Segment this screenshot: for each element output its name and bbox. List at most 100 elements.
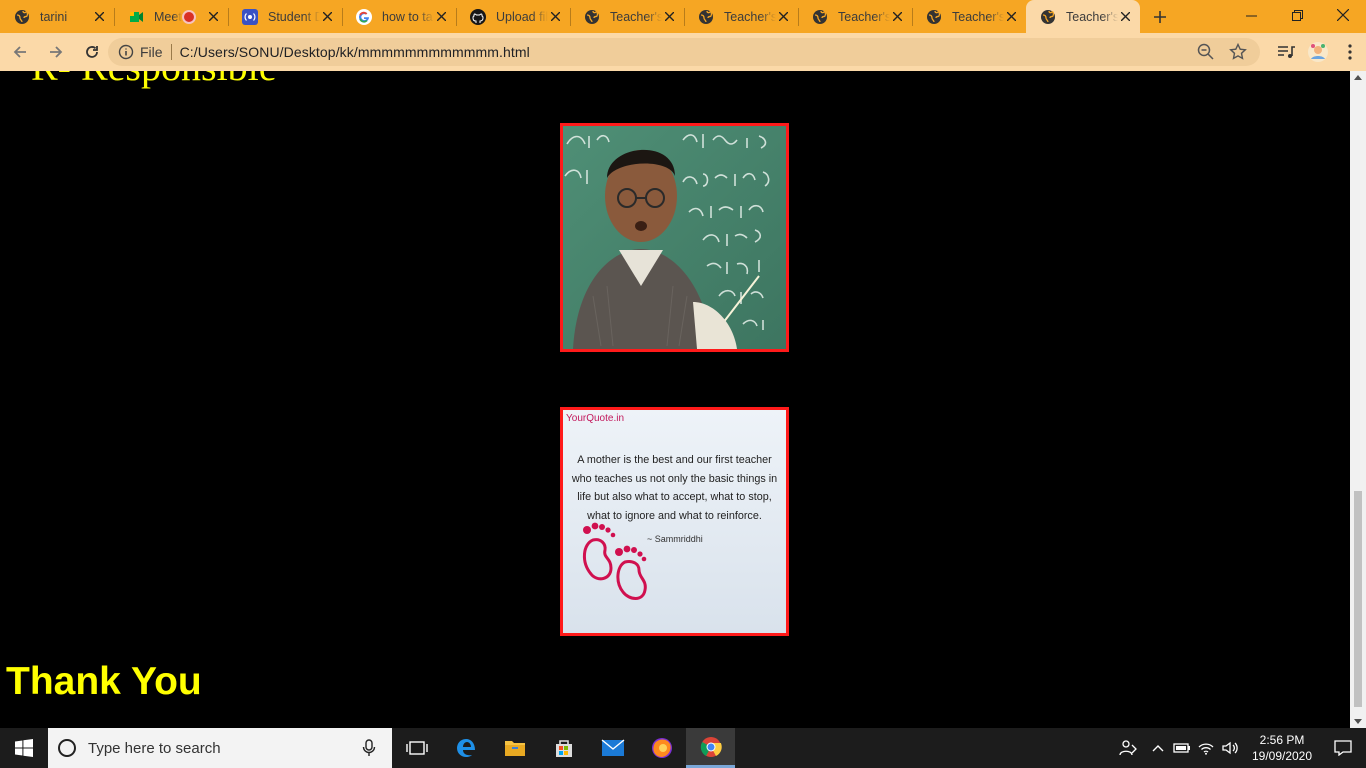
show-hidden-icons-button[interactable] — [1146, 728, 1170, 768]
close-icon — [778, 12, 788, 21]
quote-text: A mother is the best and our first teach… — [571, 454, 778, 522]
microphone-icon[interactable] — [362, 739, 376, 757]
page-viewport[interactable]: R- Responsible — [0, 71, 1350, 728]
globe-icon — [926, 9, 942, 25]
globe-icon — [14, 9, 30, 25]
quote-author: ~ Sammriddhi — [647, 534, 703, 544]
toolbar-right-actions — [1270, 37, 1366, 67]
close-icon — [664, 12, 674, 21]
menu-button[interactable] — [1334, 37, 1366, 67]
scroll-thumb[interactable] — [1354, 491, 1362, 707]
reload-icon — [86, 46, 98, 58]
volume-button[interactable] — [1218, 728, 1244, 768]
firefox-icon — [651, 738, 672, 758]
network-button[interactable] — [1194, 728, 1218, 768]
browser-tab[interactable]: tarini — [0, 0, 114, 33]
tab-title: Student Dashboard — [268, 9, 320, 24]
close-icon — [1120, 12, 1130, 21]
taskbar-search[interactable]: Type here to search — [48, 728, 392, 768]
scroll-up-arrow[interactable] — [1354, 75, 1362, 80]
tab-title: Meet — [154, 9, 182, 24]
back-button[interactable] — [4, 36, 36, 68]
close-icon — [892, 12, 902, 21]
restore-button[interactable] — [1274, 0, 1320, 30]
clock-button[interactable]: 2:56 PM 19/09/2020 — [1244, 728, 1320, 768]
address-bar[interactable]: File C:/Users/SONU/Desktop/kk/mmmmmmmmmm… — [108, 38, 1260, 66]
vertical-scrollbar[interactable] — [1350, 71, 1366, 728]
tab-title: Upload files — [496, 9, 548, 24]
windows-logo-icon — [15, 739, 33, 757]
clock-date: 19/09/2020 — [1251, 749, 1313, 763]
close-icon — [436, 12, 446, 21]
browser-tab[interactable]: Teacher's — [912, 0, 1026, 33]
browser-tab[interactable]: Teacher's — [684, 0, 798, 33]
speaker-icon — [1222, 741, 1238, 755]
close-icon — [208, 12, 218, 21]
cortana-icon — [58, 739, 76, 757]
task-view-button[interactable] — [392, 728, 441, 768]
tab-title: Teacher's — [838, 9, 890, 24]
teacher-chalkboard-image — [563, 126, 786, 349]
browser-tab[interactable]: Student Dashboard — [228, 0, 342, 33]
edge-app[interactable] — [441, 728, 490, 768]
close-tab-button[interactable] — [890, 10, 904, 24]
google-icon — [356, 8, 372, 25]
quote-brand: YourQuote.in — [566, 413, 625, 424]
notification-icon — [1334, 740, 1352, 756]
tab-title: Teacher's — [724, 9, 776, 24]
github-icon — [470, 8, 486, 25]
zoom-icon[interactable] — [1196, 42, 1216, 62]
radio-icon — [242, 8, 258, 25]
system-tray: 2:56 PM 19/09/2020 — [1110, 728, 1366, 768]
browser-tab[interactable]: Meet — [114, 0, 228, 33]
forward-button[interactable] — [40, 36, 72, 68]
scroll-down-arrow[interactable] — [1354, 719, 1362, 724]
close-tab-button[interactable] — [206, 10, 220, 24]
close-window-button[interactable] — [1320, 0, 1366, 30]
battery-button[interactable] — [1170, 728, 1194, 768]
firefox-app[interactable] — [637, 728, 686, 768]
close-tab-button[interactable] — [548, 10, 562, 24]
browser-tab[interactable]: Teacher's — [570, 0, 684, 33]
chrome-app[interactable] — [686, 728, 735, 768]
action-center-button[interactable] — [1320, 728, 1366, 768]
tab-title: tarini — [40, 9, 68, 24]
close-tab-button[interactable] — [1118, 10, 1132, 24]
reload-button[interactable] — [76, 36, 108, 68]
browser-tab[interactable]: Teacher's — [1026, 0, 1140, 33]
taskbar-apps — [392, 728, 735, 768]
browser-tab[interactable]: Teacher's — [798, 0, 912, 33]
section-heading: R- Responsible — [31, 71, 277, 90]
search-placeholder: Type here to search — [88, 739, 221, 757]
browser-tab[interactable]: how to take — [342, 0, 456, 33]
tab-title: how to take — [382, 9, 434, 24]
close-tab-button[interactable] — [320, 10, 334, 24]
profile-button[interactable] — [1302, 37, 1334, 67]
minimize-button[interactable] — [1228, 0, 1274, 30]
avatar — [1308, 42, 1328, 62]
close-tab-button[interactable] — [434, 10, 448, 24]
store-app[interactable] — [539, 728, 588, 768]
people-button[interactable] — [1110, 728, 1146, 768]
close-tab-button[interactable] — [662, 10, 676, 24]
close-tab-button[interactable] — [776, 10, 790, 24]
close-icon — [550, 12, 560, 21]
bookmark-star-icon[interactable] — [1228, 42, 1248, 62]
media-controls-button[interactable] — [1270, 37, 1302, 67]
globe-icon — [1040, 9, 1056, 25]
new-tab-button[interactable] — [1140, 0, 1180, 33]
close-tab-button[interactable] — [92, 10, 106, 24]
globe-icon — [812, 9, 828, 25]
close-tab-button[interactable] — [1004, 10, 1018, 24]
info-icon[interactable] — [118, 44, 134, 60]
browser-tab[interactable]: Upload files — [456, 0, 570, 33]
clock-time: 2:56 PM — [1259, 733, 1305, 747]
start-button[interactable] — [0, 728, 48, 768]
chevron-up-icon — [1152, 745, 1164, 752]
chrome-icon — [700, 736, 722, 757]
url-text[interactable]: C:/Users/SONU/Desktop/kk/mmmmmmmmmmmm.ht… — [180, 44, 1196, 60]
file-explorer-app[interactable] — [490, 728, 539, 768]
playlist-icon — [1278, 46, 1295, 58]
mail-app[interactable] — [588, 728, 637, 768]
folder-icon — [504, 741, 525, 756]
